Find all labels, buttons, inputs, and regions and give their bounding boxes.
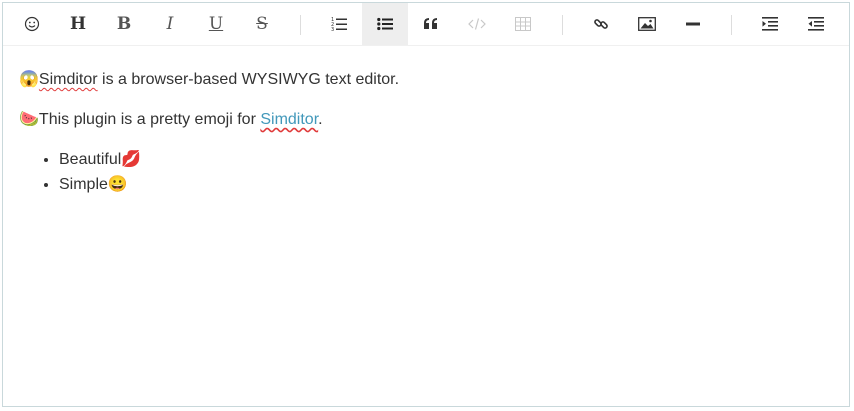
paragraph: 🍉This plugin is a pretty emoji for Simdi… <box>19 108 833 132</box>
image-icon <box>638 17 656 31</box>
watermelon-emoji: 🍉 <box>19 111 39 128</box>
smiley-icon <box>24 16 40 32</box>
list-item-text: Beautiful <box>59 151 122 168</box>
list-item-text: Simple <box>59 176 108 193</box>
code-icon <box>468 17 486 31</box>
toolbar-separator <box>300 15 301 35</box>
indent-icon <box>762 17 778 31</box>
svg-text:3: 3 <box>331 27 334 32</box>
bold-icon: B <box>116 13 132 34</box>
grinning-face-emoji: 😀 <box>107 176 128 193</box>
editor-body[interactable]: 😱Simditor is a browser-based WYSIWYG tex… <box>3 46 849 197</box>
image-button[interactable] <box>624 3 670 45</box>
heading-icon: H <box>69 13 87 34</box>
paragraph: 😱Simditor is a browser-based WYSIWYG tex… <box>19 68 833 92</box>
link-icon <box>593 16 609 32</box>
underline-button[interactable]: U <box>193 3 239 45</box>
indent-button[interactable] <box>747 3 793 45</box>
list-item: Simple😀 <box>59 173 833 197</box>
editor-toolbar: H B I U S 123 <box>3 3 849 46</box>
table-icon <box>515 17 531 31</box>
code-button[interactable] <box>454 3 500 45</box>
ordered-list-button[interactable]: 123 <box>316 3 362 45</box>
emoji-button[interactable] <box>9 3 55 45</box>
list-item: Beautiful💋 <box>59 148 833 172</box>
italic-button[interactable]: I <box>147 3 193 45</box>
paragraph-end: . <box>318 111 323 128</box>
outdent-button[interactable] <box>793 3 839 45</box>
quote-icon <box>423 17 439 31</box>
kiss-mark-emoji: 💋 <box>121 151 142 168</box>
horizontal-rule-button[interactable] <box>670 3 716 45</box>
strikethrough-icon: S <box>256 13 268 34</box>
italic-icon: I <box>166 13 174 34</box>
paragraph-text: is a browser-based WYSIWYG text editor. <box>97 71 400 88</box>
screaming-face-emoji: 😱 <box>19 71 39 88</box>
underline-icon: U <box>208 13 224 34</box>
simditor-word: Simditor <box>38 71 98 88</box>
simditor-link[interactable]: Simditor <box>260 111 318 128</box>
paragraph-text: This plugin is a pretty emoji for <box>38 111 261 128</box>
strikethrough-button[interactable]: S <box>239 3 285 45</box>
simditor-editor: H B I U S 123 😱Simditor is a browser-bas… <box>2 2 850 407</box>
unordered-list-button[interactable] <box>362 3 408 45</box>
blockquote-button[interactable] <box>408 3 454 45</box>
link-button[interactable] <box>578 3 624 45</box>
toolbar-separator <box>731 15 732 35</box>
bold-button[interactable]: B <box>101 3 147 45</box>
ordered-list-icon: 123 <box>331 16 347 32</box>
title-button[interactable]: H <box>55 3 101 45</box>
bullet-list: Beautiful💋 Simple😀 <box>19 148 833 197</box>
outdent-icon <box>808 17 824 31</box>
unordered-list-icon <box>377 16 393 32</box>
toolbar-separator <box>562 15 563 35</box>
hr-icon <box>686 22 700 26</box>
table-button[interactable] <box>500 3 546 45</box>
